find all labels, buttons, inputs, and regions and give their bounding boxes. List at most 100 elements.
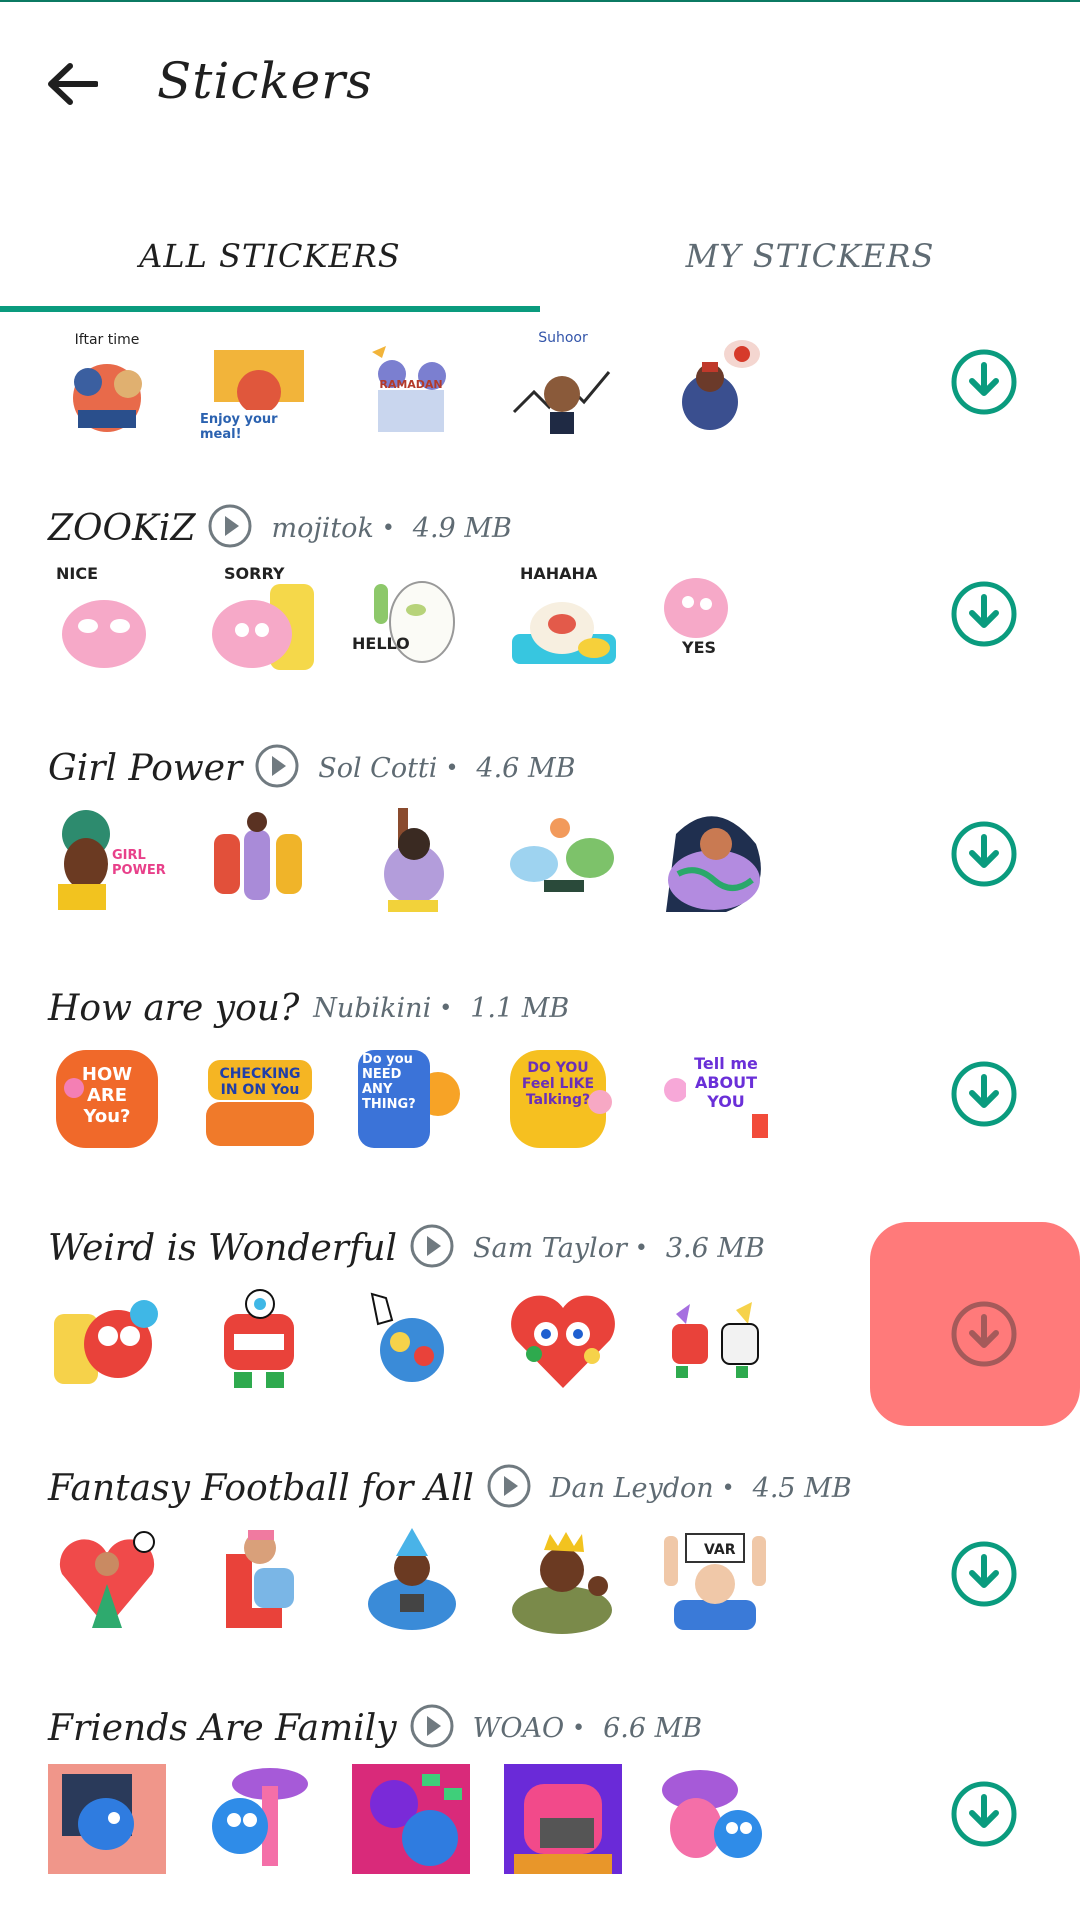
pack-header: Fantasy Football for All Dan Leydon • 4.… — [48, 1458, 852, 1518]
sticker-preview — [200, 1524, 318, 1634]
sticker-row: GIRL POWER — [48, 804, 774, 920]
sticker-preview: SORRY — [200, 564, 318, 674]
pack-size: 6.6 MB — [603, 1712, 703, 1744]
pack-author: Nubikini — [313, 992, 432, 1024]
download-button[interactable] — [948, 1538, 1020, 1610]
pack-size: 4.5 MB — [752, 1472, 852, 1504]
sticker-row — [48, 1284, 774, 1400]
sticker-preview — [504, 804, 622, 914]
pack-header: ZOOKiZ mojitok • 4.9 MB — [48, 498, 512, 558]
sticker-preview: Enjoy your meal! — [200, 332, 318, 442]
sticker-preview — [656, 1284, 774, 1394]
sticker-preview — [200, 1764, 318, 1874]
sticker-preview — [200, 804, 318, 914]
pack-name: ZOOKiZ — [48, 507, 196, 549]
sticker-preview: HOW ARE You? — [48, 1044, 166, 1154]
sticker-preview: DO YOU Feel LIKE Talking? — [504, 1044, 622, 1154]
sticker-pack[interactable]: Weird is Wonderful Sam Taylor • 3.6 MB — [0, 1218, 1080, 1458]
separator-dot: • — [445, 755, 459, 781]
sticker-pack[interactable]: Girl Power Sol Cotti • 4.6 MB GIRL POWER — [0, 738, 1080, 978]
pack-author: Sam Taylor — [473, 1232, 627, 1264]
sticker-preview — [352, 1764, 470, 1874]
download-icon — [951, 1781, 1017, 1847]
sticker-row: VAR — [48, 1524, 774, 1640]
pack-size: 1.1 MB — [470, 992, 570, 1024]
pack-name: Fantasy Football for All — [48, 1467, 474, 1509]
sticker-row: NICE SORRY HELLO HAHAHA YES — [48, 564, 774, 680]
pack-name: Girl Power — [48, 747, 243, 789]
pack-size: 4.6 MB — [476, 752, 576, 784]
tab-my-stickers[interactable]: MY STICKERS — [540, 200, 1080, 312]
sticker-preview: YES — [656, 564, 774, 674]
download-button[interactable] — [948, 1298, 1020, 1370]
play-icon[interactable] — [207, 503, 253, 553]
separator-dot: • — [572, 1715, 586, 1741]
sticker-preview — [200, 1284, 318, 1394]
download-button[interactable] — [948, 1778, 1020, 1850]
sticker-preview — [48, 1524, 166, 1634]
sticker-row — [48, 1764, 774, 1880]
download-icon — [951, 1061, 1017, 1127]
sticker-preview — [352, 804, 470, 914]
play-icon[interactable] — [254, 743, 300, 793]
pack-name: How are you? — [48, 987, 300, 1029]
download-button[interactable] — [948, 1058, 1020, 1130]
sticker-preview — [504, 1284, 622, 1394]
sticker-preview: HAHAHA — [504, 564, 622, 674]
download-icon — [951, 581, 1017, 647]
sticker-preview — [656, 1764, 774, 1874]
sticker-preview — [352, 1524, 470, 1634]
sticker-row: HOW ARE You? CHECKING IN ON You Do you N… — [48, 1044, 774, 1160]
tab-bar: ALL STICKERS MY STICKERS — [0, 200, 1080, 312]
sticker-preview — [504, 1764, 622, 1874]
pack-header: Weird is Wonderful Sam Taylor • 3.6 MB — [48, 1218, 765, 1278]
back-button[interactable] — [40, 52, 104, 116]
sticker-preview: Do you NEED ANY THING? — [352, 1044, 470, 1154]
sticker-pack-partial: Iftar time Enjoy your meal! RAMADAN Suho… — [0, 312, 1080, 506]
sticker-preview — [48, 1284, 166, 1394]
sticker-preview: VAR — [656, 1524, 774, 1634]
separator-dot: • — [381, 515, 395, 541]
arrow-back-icon — [48, 63, 98, 105]
pack-header: Girl Power Sol Cotti • 4.6 MB — [48, 738, 575, 798]
separator-dot: • — [634, 1235, 648, 1261]
download-icon — [951, 1301, 1017, 1367]
sticker-preview: RAMADAN — [352, 332, 470, 442]
download-icon — [951, 821, 1017, 887]
play-icon[interactable] — [409, 1223, 455, 1273]
download-button[interactable] — [948, 346, 1020, 418]
pack-name: Weird is Wonderful — [48, 1227, 398, 1269]
sticker-preview: Iftar time — [48, 332, 166, 442]
sticker-pack[interactable]: ZOOKiZ mojitok • 4.9 MB NICE SORRY HELLO… — [0, 498, 1080, 738]
sticker-pack[interactable]: Friends Are Family WOAO • 6.6 MB — [0, 1698, 1080, 1920]
pack-author: WOAO — [472, 1712, 565, 1744]
separator-dot: • — [439, 995, 453, 1021]
download-button[interactable] — [948, 578, 1020, 650]
page-title: Stickers — [157, 52, 373, 110]
pack-size: 4.9 MB — [412, 512, 512, 544]
sticker-preview — [48, 1764, 166, 1874]
sticker-pack[interactable]: Fantasy Football for All Dan Leydon • 4.… — [0, 1458, 1080, 1698]
sticker-preview — [656, 332, 774, 442]
tab-all-stickers[interactable]: ALL STICKERS — [0, 200, 540, 312]
sticker-row: Iftar time Enjoy your meal! RAMADAN Suho… — [48, 330, 774, 448]
pack-author: Sol Cotti — [318, 752, 438, 784]
sticker-preview: Suhoor — [504, 330, 622, 442]
play-icon[interactable] — [486, 1463, 532, 1513]
sticker-pack[interactable]: How are you? Nubikini • 1.1 MB HOW ARE Y… — [0, 978, 1080, 1218]
download-button[interactable] — [948, 818, 1020, 890]
sticker-preview — [656, 804, 774, 914]
separator-dot: • — [721, 1475, 735, 1501]
play-icon[interactable] — [409, 1703, 455, 1753]
sticker-preview: NICE — [48, 564, 166, 674]
sticker-preview: CHECKING IN ON You — [200, 1044, 318, 1154]
download-icon — [951, 349, 1017, 415]
sticker-preview: Tell me ABOUT YOU — [656, 1044, 774, 1154]
pack-header: How are you? Nubikini • 1.1 MB — [48, 978, 569, 1038]
sticker-pack-list[interactable]: Iftar time Enjoy your meal! RAMADAN Suho… — [0, 312, 1080, 1920]
pack-header: Friends Are Family WOAO • 6.6 MB — [48, 1698, 702, 1758]
sticker-preview: HELLO — [352, 564, 470, 674]
sticker-preview — [352, 1284, 470, 1394]
pack-author: Dan Leydon — [549, 1472, 714, 1504]
download-icon — [951, 1541, 1017, 1607]
